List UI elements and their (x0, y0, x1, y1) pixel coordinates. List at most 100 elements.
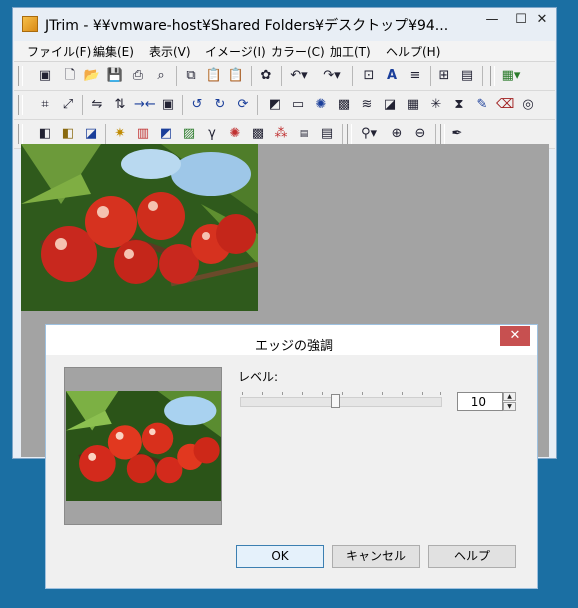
slider-tick (402, 392, 403, 395)
blur-icon[interactable]: ✺ (312, 96, 330, 114)
print-preview-icon[interactable]: ⌕ (152, 67, 170, 85)
toolbar-grip[interactable] (18, 95, 23, 115)
dialog-title-bar[interactable]: エッジの強調 ✕ (46, 325, 537, 355)
gamma-icon[interactable]: γ (203, 125, 221, 143)
mosaic-icon[interactable]: ▩ (335, 96, 353, 114)
toolbar-separator (430, 66, 431, 86)
emboss-icon[interactable]: ▭ (289, 96, 307, 114)
color-wheel-icon[interactable]: ✺ (226, 125, 244, 143)
toolbar-main: ▣ 🗋 📂 💾 ⎙ ⌕ ⧉ 📋 📋 ✿ ↶▾ ↷▾ ⊡ A ≡ ⊞ ▤ ▦▾ (14, 62, 555, 91)
histogram-icon[interactable]: ▤ (318, 125, 336, 143)
color-bars-icon[interactable]: ▥ (134, 125, 152, 143)
print-icon[interactable]: ⎙ (129, 67, 147, 85)
open-folder-icon[interactable]: 📂 (83, 67, 101, 85)
zoom-icon[interactable]: ⚲▾ (357, 125, 381, 143)
align-icon[interactable]: ≡ (406, 67, 424, 85)
paste-icon[interactable]: 📋 (205, 67, 223, 85)
zoom-in-icon[interactable]: ⊕ (388, 125, 406, 143)
menu-bar: ファイル(F) 編集(E) 表示(V) イメージ(I) カラー(C) 加工(T)… (14, 41, 555, 62)
menu-color[interactable]: カラー(C) (271, 43, 325, 60)
rotate-left-icon[interactable]: ↺ (188, 96, 206, 114)
minimize-button[interactable]: — (478, 10, 506, 30)
toolbar-grip[interactable] (18, 124, 23, 144)
flip-horizontal-icon[interactable]: ⇋ (88, 96, 106, 114)
stamp-icon[interactable]: ✿ (257, 67, 275, 85)
toolbar-separator (251, 66, 252, 86)
sparkle-icon[interactable]: ✷ (111, 125, 129, 143)
dialog-close-button[interactable]: ✕ (500, 326, 530, 346)
undo-icon[interactable]: ↶▾ (287, 67, 311, 85)
crop-icon[interactable]: ⌗ (36, 96, 54, 114)
sharpen-icon[interactable]: ◪ (381, 96, 399, 114)
xor-icon[interactable]: ▤ (295, 125, 313, 143)
title-bar[interactable]: JTrim - ¥¥vmware-host¥Shared Folders¥デスク… (13, 8, 556, 40)
shadow-icon[interactable]: ◩ (266, 96, 284, 114)
picture-icon[interactable]: ▨ (180, 125, 198, 143)
slider-tick (440, 392, 441, 395)
level-input[interactable] (457, 392, 503, 411)
toolbar-separator (257, 95, 258, 115)
resize-icon[interactable]: ⤢ (59, 96, 77, 114)
spin-up-button[interactable]: ▲ (503, 392, 516, 401)
toolbar-grip[interactable] (440, 124, 445, 144)
help-button[interactable]: ヘルプ (428, 545, 516, 568)
close-button[interactable]: ✕ (529, 10, 555, 30)
sepia-icon[interactable]: ◧ (59, 125, 77, 143)
cancel-button[interactable]: キャンセル (332, 545, 420, 568)
slider-tick (322, 392, 323, 395)
frame-icon[interactable]: ▣ (159, 96, 177, 114)
window-title: JTrim - ¥¥vmware-host¥Shared Folders¥デスク… (45, 18, 449, 34)
slider-tick (242, 392, 243, 395)
rotate-right-icon[interactable]: ↻ (211, 96, 229, 114)
ok-button[interactable]: OK (236, 545, 324, 568)
level-slider-track[interactable] (240, 397, 442, 407)
menu-view[interactable]: 表示(V) (149, 43, 191, 60)
filmstrip-icon[interactable]: ▤ (458, 67, 476, 85)
edge-icon[interactable]: ⧗ (450, 96, 468, 114)
slider-tick (302, 392, 303, 395)
new-window-icon[interactable]: ▣ (36, 67, 54, 85)
copy-icon[interactable]: ⧉ (182, 67, 200, 85)
redo-icon[interactable]: ↷▾ (320, 67, 344, 85)
noise-icon[interactable]: ▦ (404, 96, 422, 114)
flip-vertical-icon[interactable]: ⇅ (111, 96, 129, 114)
menu-image[interactable]: イメージ(I) (205, 43, 266, 60)
palette-icon[interactable]: ▦▾ (498, 67, 524, 85)
grayscale-icon[interactable]: ◧ (36, 125, 54, 143)
toolbar-grip[interactable] (18, 66, 23, 86)
spot-icon[interactable]: ✳ (427, 96, 445, 114)
slider-tick (382, 392, 383, 395)
grid-icon[interactable]: ⊞ (435, 67, 453, 85)
toolbar-grip[interactable] (347, 124, 352, 144)
toolbar-grip[interactable] (490, 66, 495, 86)
swirl-icon[interactable]: ◎ (519, 96, 537, 114)
join-icon[interactable]: →← (134, 96, 156, 114)
slider-tick (262, 392, 263, 395)
gradient-icon[interactable]: ◩ (157, 125, 175, 143)
zoom-out-icon[interactable]: ⊖ (411, 125, 429, 143)
pencil-icon[interactable]: ✎ (473, 96, 491, 114)
new-file-icon[interactable]: 🗋 (61, 67, 79, 85)
rgb-icon[interactable]: ⁂ (272, 125, 290, 143)
rotate-icon[interactable]: ⟳ (234, 96, 252, 114)
spin-down-button[interactable]: ▼ (503, 402, 516, 411)
fit-icon[interactable]: ⊡ (360, 67, 378, 85)
save-icon[interactable]: 💾 (106, 67, 124, 85)
text-icon[interactable]: A (383, 67, 401, 85)
menu-process[interactable]: 加工(T) (330, 43, 371, 60)
menu-edit[interactable]: 編集(E) (93, 43, 134, 60)
preview-photo (66, 391, 221, 501)
app-icon[interactable] (22, 16, 38, 32)
eraser-icon[interactable]: ⌫ (496, 96, 514, 114)
menu-help[interactable]: ヘルプ(H) (386, 43, 440, 60)
invert-icon[interactable]: ◪ (82, 125, 100, 143)
wave-icon[interactable]: ≋ (358, 96, 376, 114)
paste-new-icon[interactable]: 📋 (227, 67, 245, 85)
level-slider-thumb[interactable] (330, 394, 340, 408)
preview-panel (64, 367, 222, 525)
slider-tick (362, 392, 363, 395)
edge-enhance-dialog: エッジの強調 ✕ レベル: 10 ▲ ▼ OK キャンセル ヘルプ (45, 324, 538, 589)
eyedropper-icon[interactable]: ✒ (448, 125, 466, 143)
checker-icon[interactable]: ▩ (249, 125, 267, 143)
menu-file[interactable]: ファイル(F) (27, 43, 91, 60)
